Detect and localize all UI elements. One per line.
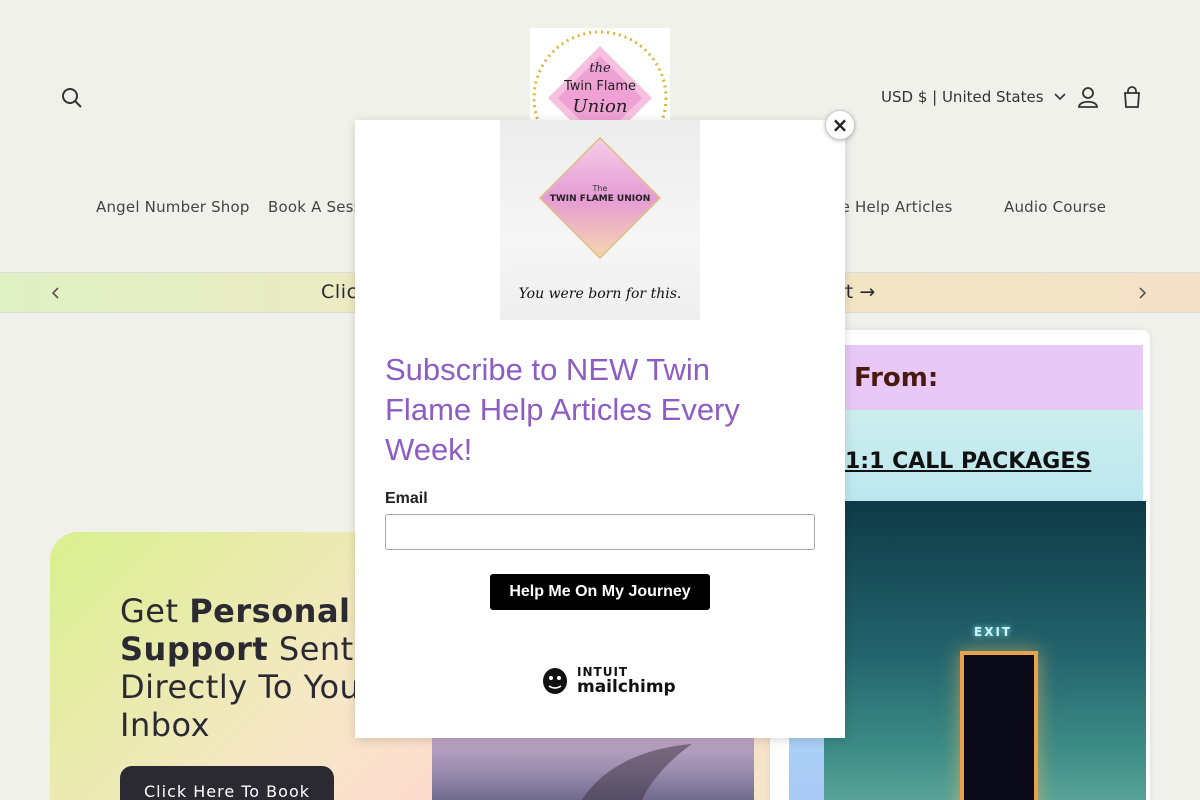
hero-image xyxy=(432,738,754,800)
chevron-left-icon[interactable] xyxy=(48,285,64,301)
modal-heading: Subscribe to NEW Twin Flame Help Article… xyxy=(385,352,740,467)
email-field[interactable] xyxy=(385,514,815,550)
nav-item-angel-number-shop[interactable]: Angel Number Shop xyxy=(96,198,250,216)
hero-title: Get Personal Support Sent Directly To Yo… xyxy=(120,592,380,744)
chevron-down-icon xyxy=(1053,93,1066,101)
nav-item-audio-course[interactable]: Audio Course xyxy=(1004,198,1106,216)
nav-item-book-a-session[interactable]: Book A Sess xyxy=(268,198,362,216)
modal-image-brand-top: The xyxy=(592,184,608,193)
account-icon[interactable] xyxy=(1075,84,1101,110)
search-icon[interactable] xyxy=(58,84,86,112)
exit-label: EXIT xyxy=(974,625,1013,639)
submit-button[interactable]: Help Me On My Journey xyxy=(490,574,710,610)
hero-title-pre: Get xyxy=(120,592,190,630)
modal-image-brand: TWIN FLAME UNION xyxy=(549,194,651,204)
svg-text:Twin Flame: Twin Flame xyxy=(563,79,636,94)
currency-selector[interactable]: USD $ | United States xyxy=(881,88,1066,106)
email-label: Email xyxy=(385,490,428,507)
mailchimp-logo[interactable]: INTUIT mailchimp xyxy=(539,662,676,698)
promo-cta: 1:1 CALL PACKAGES xyxy=(845,449,1092,474)
exit-door-image: EXIT xyxy=(824,501,1146,800)
subscribe-modal: The TWIN FLAME UNION You were born for t… xyxy=(355,120,845,738)
promo-heading: From: xyxy=(854,363,939,393)
currency-label: USD $ | United States xyxy=(881,88,1044,106)
mailchimp-icon xyxy=(543,668,567,694)
modal-image-tagline: You were born for this. xyxy=(518,286,682,302)
cart-icon[interactable] xyxy=(1119,84,1145,110)
door-graphic xyxy=(960,651,1038,800)
close-icon[interactable]: × xyxy=(825,110,855,140)
chevron-right-icon[interactable] xyxy=(1134,285,1150,301)
modal-brand-image: The TWIN FLAME UNION You were born for t… xyxy=(500,120,700,320)
arrow-right-icon: → xyxy=(859,281,876,303)
book-button[interactable]: Click Here To Book xyxy=(120,766,334,800)
svg-text:Union: Union xyxy=(573,96,628,117)
mailchimp-name: mailchimp xyxy=(577,677,676,697)
announcement-text-start[interactable]: Clic xyxy=(321,281,358,303)
svg-text:the: the xyxy=(589,61,611,76)
